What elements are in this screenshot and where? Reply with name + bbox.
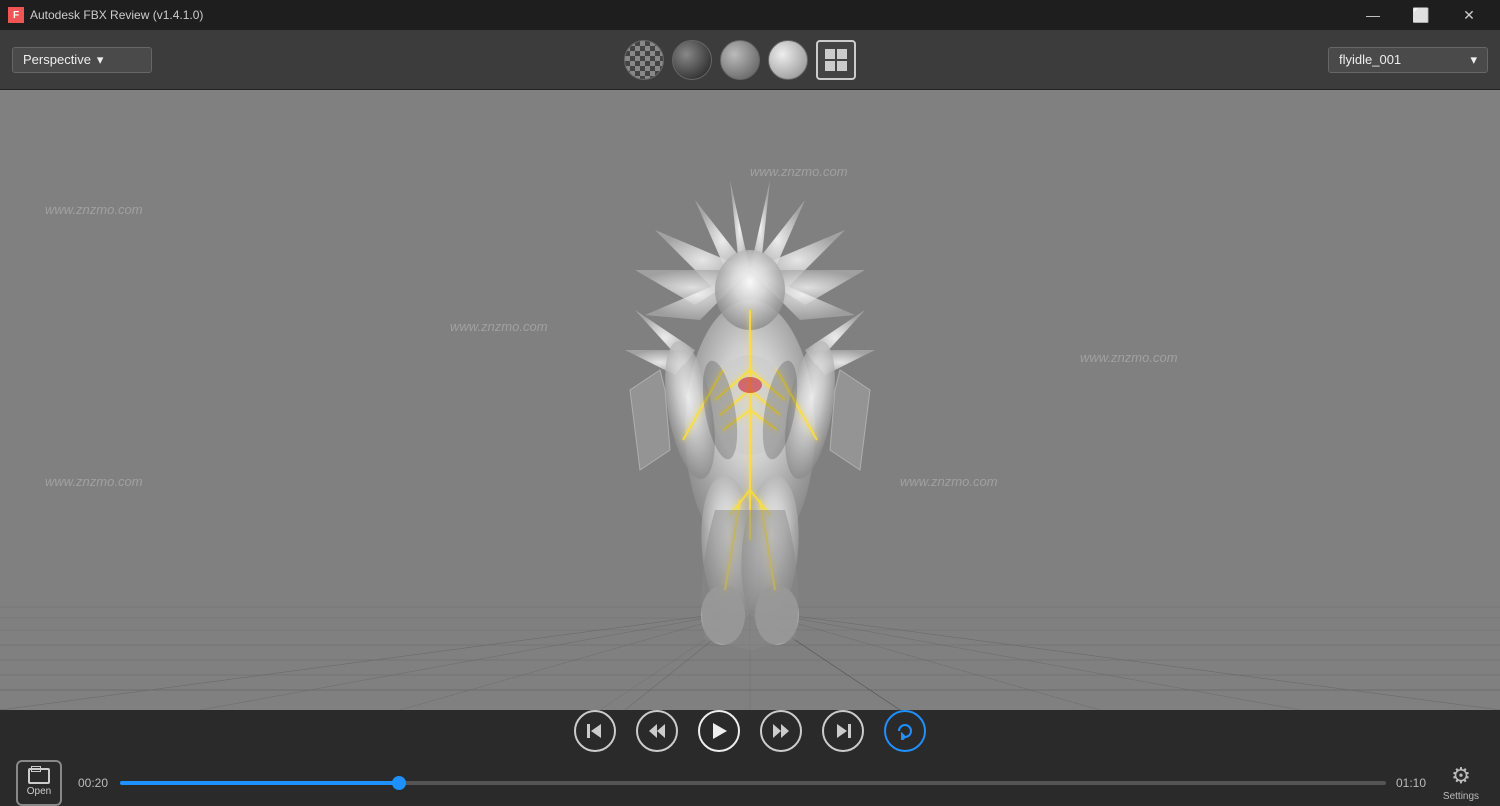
open-label: Open: [27, 786, 51, 797]
forward-button[interactable]: [760, 710, 802, 752]
character-model: [575, 150, 925, 670]
animation-name: flyidle_001: [1339, 52, 1401, 67]
settings-button[interactable]: ⚙ Settings: [1438, 760, 1484, 806]
toolbar-center: [624, 40, 856, 80]
dark-sphere-btn[interactable]: [672, 40, 712, 80]
viewport[interactable]: www.znzmo.com www.znzmo.com www.znzmo.co…: [0, 90, 1500, 710]
timeline-row: Open 00:20 01:10 ⚙ Settings: [16, 760, 1484, 806]
skip-forward-button[interactable]: [822, 710, 864, 752]
grid-view-icon: [825, 49, 847, 71]
title-bar-left: F Autodesk FBX Review (v1.4.1.0): [8, 7, 203, 23]
perspective-chevron: ▾: [97, 52, 104, 68]
transport-controls: [16, 710, 1484, 752]
animation-select[interactable]: flyidle_001 ▾: [1328, 47, 1488, 73]
app-title: Autodesk FBX Review (v1.4.1.0): [30, 8, 203, 22]
watermark-3: www.znzmo.com: [45, 474, 143, 489]
watermark-1: www.znzmo.com: [45, 202, 143, 217]
toolbar: Perspective ▾ flyidle_001 ▾: [0, 30, 1500, 90]
play-button[interactable]: [698, 710, 740, 752]
rewind-button[interactable]: [636, 710, 678, 752]
watermark-6: www.znzmo.com: [1080, 350, 1178, 365]
open-icon: [28, 768, 50, 784]
settings-label: Settings: [1443, 791, 1479, 802]
watermark-5: www.znzmo.com: [450, 319, 548, 334]
bottom-bar: Open 00:20 01:10 ⚙ Settings: [0, 710, 1500, 805]
loop-button[interactable]: [884, 710, 926, 752]
close-button[interactable]: ✕: [1446, 0, 1492, 30]
timeline-progress: [120, 781, 399, 785]
animation-chevron: ▾: [1470, 52, 1477, 68]
toolbar-left: Perspective ▾: [12, 47, 152, 73]
time-start-label: 00:20: [78, 776, 110, 790]
title-bar-controls: — ⬜ ✕: [1350, 0, 1492, 30]
timeline-track[interactable]: [120, 781, 1386, 785]
maximize-button[interactable]: ⬜: [1398, 0, 1444, 30]
perspective-dropdown[interactable]: Perspective ▾: [12, 47, 152, 73]
mid-sphere-btn[interactable]: [720, 40, 760, 80]
perspective-label: Perspective: [23, 52, 91, 67]
title-bar: F Autodesk FBX Review (v1.4.1.0) — ⬜ ✕: [0, 0, 1500, 30]
gear-icon: ⚙: [1451, 763, 1471, 789]
minimize-button[interactable]: —: [1350, 0, 1396, 30]
checkerboard-btn[interactable]: [624, 40, 664, 80]
toolbar-right: flyidle_001 ▾: [1328, 47, 1488, 73]
timeline-thumb[interactable]: [392, 776, 406, 790]
light-sphere-btn[interactable]: [768, 40, 808, 80]
grid-view-btn[interactable]: [816, 40, 856, 80]
app-icon: F: [8, 7, 24, 23]
open-button[interactable]: Open: [16, 760, 62, 806]
time-end-label: 01:10: [1396, 776, 1428, 790]
skip-back-button[interactable]: [574, 710, 616, 752]
